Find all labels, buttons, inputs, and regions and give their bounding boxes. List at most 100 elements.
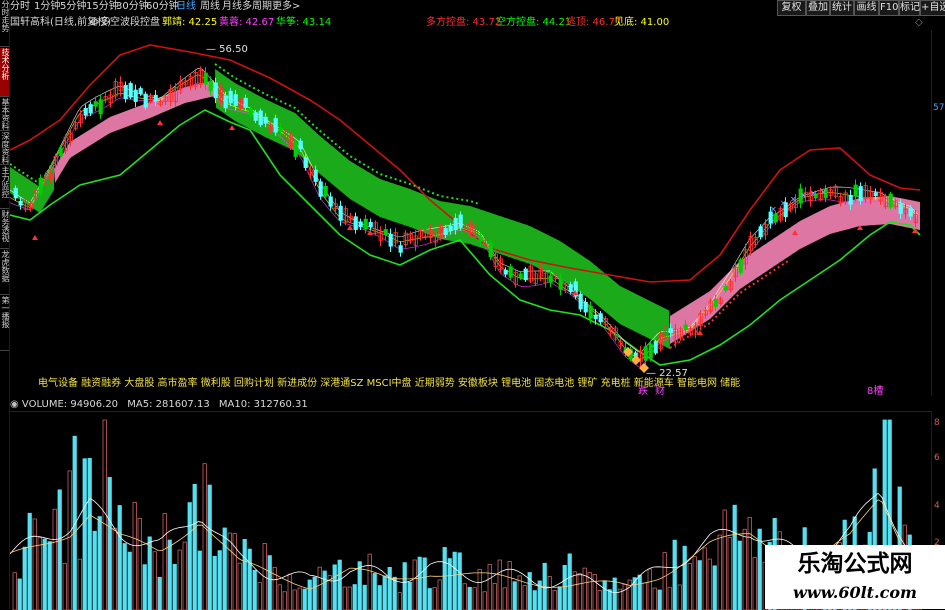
candle-body: [648, 343, 653, 359]
buy-arrow-2: [229, 125, 235, 130]
candle-body: [523, 268, 528, 281]
volume-bar: [487, 564, 492, 610]
volume-bar: [292, 589, 297, 610]
toolbar-button-0[interactable]: 复权: [777, 0, 806, 16]
candle-body: [388, 233, 393, 247]
candle-body: [758, 226, 763, 237]
volume-bar: [32, 518, 37, 610]
volume-bar: [152, 551, 157, 610]
period-6[interactable]: 日线: [176, 1, 196, 13]
volume-bar: [677, 584, 682, 610]
toolbar-button-6[interactable]: +自选: [920, 0, 945, 16]
period-4[interactable]: 30分钟: [116, 1, 149, 13]
volume-bar: [37, 537, 42, 610]
toolbar-button-4[interactable]: F10: [879, 0, 899, 16]
period-5[interactable]: 60分钟: [146, 1, 179, 13]
candle: [83, 104, 88, 120]
tab-2[interactable]: 基本资料: [0, 98, 9, 131]
period-7[interactable]: 周线: [200, 1, 220, 13]
volume-bar: [622, 584, 627, 610]
candle-body: [253, 112, 258, 121]
candle-body: [208, 81, 213, 91]
tab-1[interactable]: 技术分析: [0, 48, 9, 97]
candle-body: [298, 140, 303, 150]
candle-body: [363, 218, 368, 230]
period-0[interactable]: 分时: [10, 1, 30, 13]
period-3[interactable]: 15分钟: [86, 1, 119, 13]
volume-bar: [387, 566, 392, 610]
candle: [383, 224, 388, 240]
toolbar-button-5[interactable]: 标记: [899, 0, 920, 16]
volume-bar: [317, 566, 322, 610]
candle: [583, 298, 588, 317]
period-9[interactable]: 多周期: [242, 1, 272, 13]
volume-bar: [452, 551, 457, 610]
volume-bar: [127, 551, 132, 610]
tab-4[interactable]: 主力监控: [0, 166, 9, 209]
candle-body: [248, 108, 253, 116]
tab-0[interactable]: 分时走势: [0, 0, 9, 47]
volume-bar: [27, 512, 32, 610]
tab-5[interactable]: 财务透视: [0, 210, 9, 249]
candle-body: [723, 285, 728, 291]
candle: [343, 205, 348, 226]
volume-bar: [667, 586, 672, 610]
vol-tick-1: 6: [934, 453, 940, 463]
period-1[interactable]: 1分钟: [34, 1, 60, 13]
volume-bar: [72, 435, 77, 610]
volume-bar: [182, 541, 187, 610]
candle-body: [668, 328, 673, 334]
volume-bar: [252, 569, 257, 610]
toolbar-button-3[interactable]: 画线: [854, 0, 879, 16]
tab-6[interactable]: 龙虎数据: [0, 250, 9, 295]
candle: [133, 84, 138, 107]
candle-body: [908, 208, 913, 217]
volume-bar: [707, 558, 712, 610]
candle-body: [128, 83, 133, 98]
tab-7[interactable]: 第一播报: [0, 296, 9, 351]
volume-bar: [562, 565, 567, 610]
candle: [63, 134, 68, 154]
volume-bar: [712, 565, 717, 610]
candle-body: [858, 186, 863, 201]
high-price-label: — 56.50: [206, 44, 248, 55]
volume-bar: [67, 470, 72, 610]
candle-body: [258, 110, 263, 126]
volume-bar: [437, 579, 442, 610]
volume-bar: [82, 458, 87, 610]
candle-body: [518, 273, 523, 279]
diamond-icon[interactable]: ◇: [915, 16, 923, 29]
candle-body: [853, 184, 858, 197]
candlestick-chart[interactable]: ✕✕ ✕ ✕ ✕ ✕— 56.50— 22.57电气设备 融资融券 大盘股 高市盈率 微…: [10, 30, 931, 396]
volume-bar: [722, 509, 727, 610]
period-8[interactable]: 月线: [222, 1, 242, 13]
marker-1: 财: [655, 384, 665, 396]
indicator-settings-icon[interactable]: ⚙: [90, 16, 99, 29]
bull-band-2: [670, 196, 920, 344]
candle: [333, 198, 338, 215]
volume-bar: [662, 552, 667, 610]
volume-bar: [52, 508, 57, 610]
volume-bar: [207, 484, 212, 610]
indicator-name[interactable]: 多空波段控盘: [100, 16, 160, 29]
candle: [508, 263, 513, 281]
signal-mark-5: ✕: [820, 188, 827, 197]
candle-body: [353, 216, 358, 230]
volume-menu-icon[interactable]: ◉: [10, 399, 22, 410]
volume-bar: [172, 564, 177, 610]
signal-mark-4: ✕: [810, 189, 817, 198]
period-2[interactable]: 5分钟: [60, 1, 86, 13]
volume-bar: [417, 556, 422, 610]
volume-bar: [492, 583, 497, 610]
volume-bar: [642, 582, 647, 610]
candle-body: [558, 279, 563, 290]
period-10[interactable]: 更多>: [272, 1, 300, 13]
volume-bar: [322, 570, 327, 610]
volume-bar: [77, 558, 82, 610]
toolbar-button-2[interactable]: 统计: [830, 0, 854, 16]
volume-bar: [212, 555, 217, 610]
tab-3[interactable]: 深度资料: [0, 132, 9, 165]
toolbar-button-1[interactable]: 叠加: [806, 0, 830, 16]
candle-body: [503, 269, 508, 275]
volume-bar: [242, 538, 247, 610]
